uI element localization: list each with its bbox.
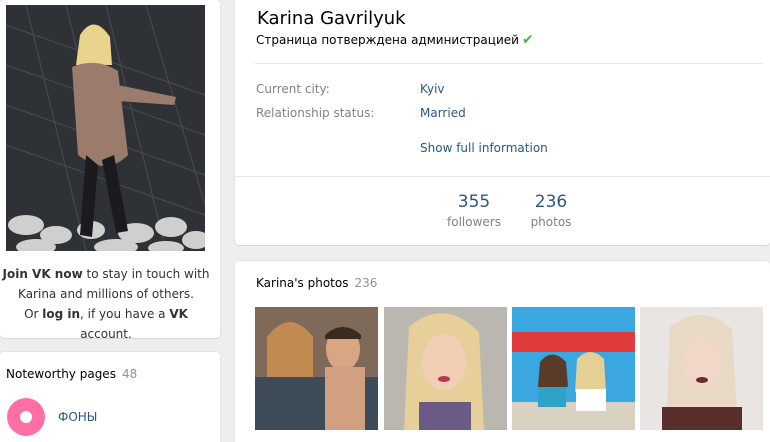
followers-label: followers <box>447 215 501 229</box>
photo-2-illustration <box>384 307 507 430</box>
info-value-city[interactable]: Kyiv <box>420 82 445 96</box>
photo-1-illustration <box>255 307 378 430</box>
profile-photo-illustration <box>6 5 205 251</box>
profile-name: Karina Gavrilyuk <box>257 8 406 29</box>
photos-count: 236 <box>534 192 568 212</box>
join-line2: Karina and millions of others. <box>18 287 194 301</box>
photos-label: photos <box>530 215 572 229</box>
photo-thumbnail[interactable] <box>384 307 507 430</box>
join-if-have: , if you have a <box>80 307 170 321</box>
login-link[interactable]: log in <box>42 307 80 321</box>
info-label-relationship: Relationship status: <box>256 106 375 120</box>
photos-counter[interactable]: 236 photos <box>521 192 581 229</box>
check-icon: ✔ <box>521 32 534 48</box>
photo-3-illustration <box>512 307 635 430</box>
followers-counter[interactable]: 355 followers <box>444 192 504 229</box>
photos-count-badge: 236 <box>354 276 378 290</box>
donut-icon[interactable] <box>7 398 45 436</box>
divider <box>255 63 763 64</box>
show-full-info-link[interactable]: Show full information <box>420 141 548 155</box>
info-label-city: Current city: <box>256 82 330 96</box>
noteworthy-title: Noteworthy pages <box>6 367 116 381</box>
photo-thumbnail[interactable] <box>512 307 635 430</box>
vk-brand: VK <box>169 307 188 321</box>
photo-thumbnail[interactable] <box>640 307 763 430</box>
photos-header[interactable]: Karina's photos 236 <box>256 276 377 290</box>
profile-photo[interactable] <box>6 5 205 251</box>
verified-status: Страница потверждена администрацией ✔ <box>256 32 534 48</box>
join-vk-text: Join VK now to stay in touch with Karina… <box>0 264 212 344</box>
noteworthy-page-link[interactable]: ФОНЫ <box>58 410 97 424</box>
followers-count: 355 <box>457 192 491 212</box>
noteworthy-header[interactable]: Noteworthy pages 48 <box>6 367 137 381</box>
noteworthy-count: 48 <box>121 367 138 381</box>
verified-text: Страница потверждена администрацией <box>256 33 519 47</box>
photo-thumbnail[interactable] <box>255 307 378 430</box>
join-or: Or <box>24 307 43 321</box>
divider <box>235 176 770 177</box>
join-line1: to stay in touch with <box>82 267 210 281</box>
photos-title: Karina's photos <box>256 276 349 290</box>
join-vk-link[interactable]: Join VK now <box>3 267 83 281</box>
photo-4-illustration <box>640 307 763 430</box>
info-value-relationship[interactable]: Married <box>420 106 466 120</box>
join-account: account. <box>80 327 132 341</box>
